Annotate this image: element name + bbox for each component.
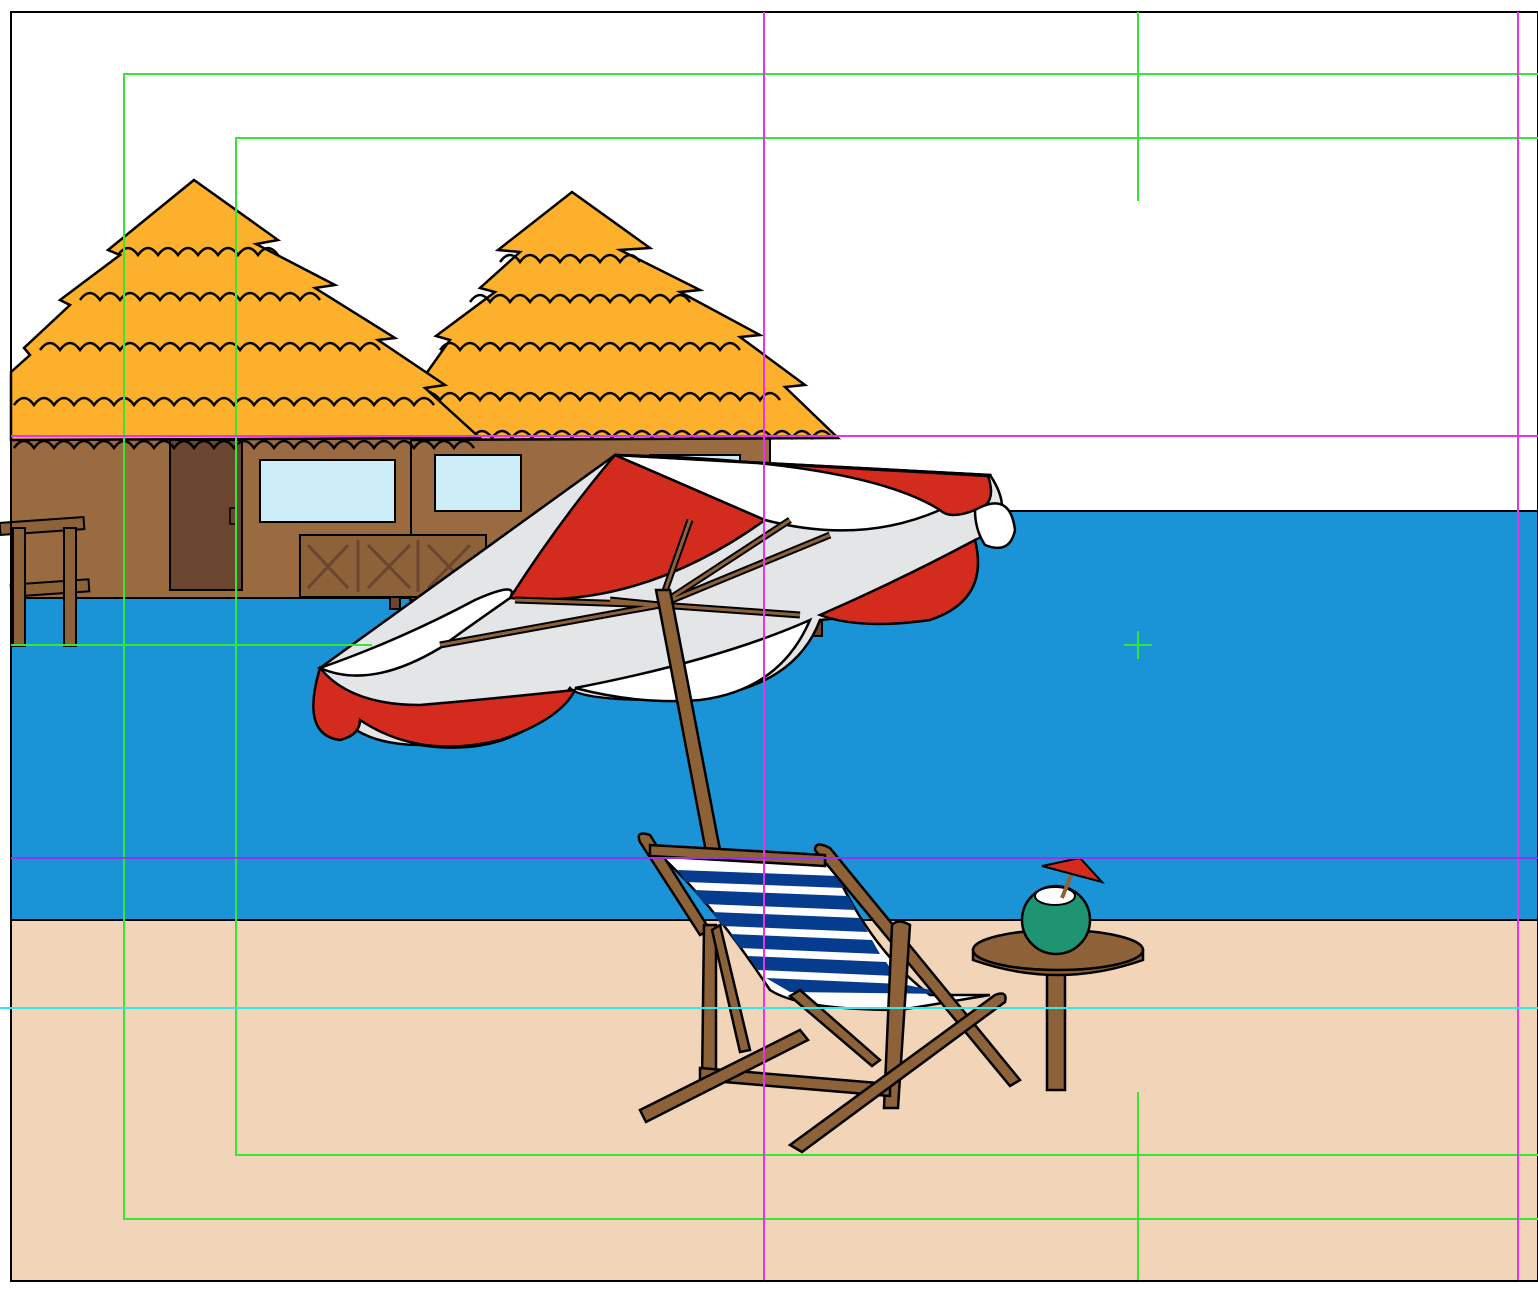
beach-illustration xyxy=(0,0,1538,1300)
coconut-opening xyxy=(1034,886,1076,906)
hut-left-window xyxy=(259,459,396,523)
side-table-leg xyxy=(1045,963,1067,1092)
hut-right-window xyxy=(434,454,522,512)
